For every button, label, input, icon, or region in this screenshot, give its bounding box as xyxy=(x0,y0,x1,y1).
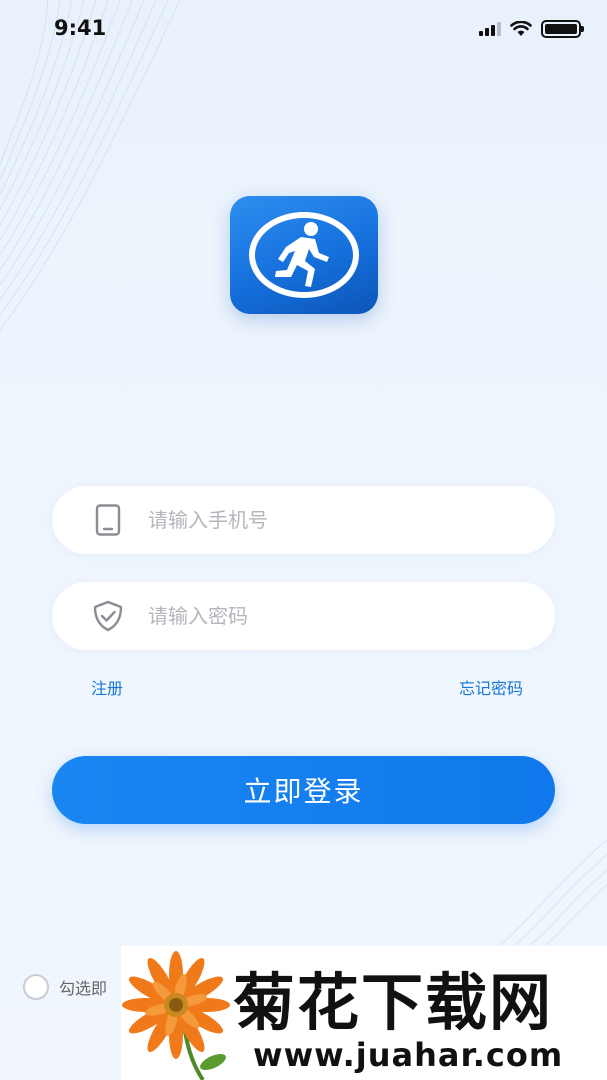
password-input[interactable] xyxy=(148,594,528,638)
wifi-icon xyxy=(510,21,532,36)
app-logo xyxy=(230,196,378,314)
status-bar: 9:41 xyxy=(0,0,607,60)
status-icons xyxy=(479,20,584,38)
chrysanthemum-flower-icon xyxy=(122,951,230,1080)
agreement-checkbox[interactable] xyxy=(23,974,49,1000)
forgot-password-link[interactable]: 忘记密码 xyxy=(459,675,523,699)
battery-level xyxy=(545,24,577,34)
cellular-signal-icon xyxy=(479,22,501,36)
phone-input[interactable] xyxy=(148,498,528,542)
status-time: 9:41 xyxy=(54,16,107,40)
watermark-url: www.juahar.com xyxy=(253,1036,564,1074)
watermark-banner: 菊花下载网 www.juahar.com xyxy=(121,946,607,1080)
register-link[interactable]: 注册 xyxy=(91,675,123,699)
password-field-container xyxy=(52,582,555,650)
login-button[interactable]: 立即登录 xyxy=(52,756,555,824)
agreement-text: 勾选即 xyxy=(59,979,108,998)
phone-field-container xyxy=(52,486,555,554)
shield-check-icon xyxy=(84,592,132,640)
watermark-title: 菊花下载网 xyxy=(233,966,554,1039)
running-man-icon xyxy=(249,212,359,298)
agreement-row: 勾选即 xyxy=(23,974,107,1000)
phone-icon xyxy=(84,496,132,544)
battery-icon xyxy=(541,20,584,38)
